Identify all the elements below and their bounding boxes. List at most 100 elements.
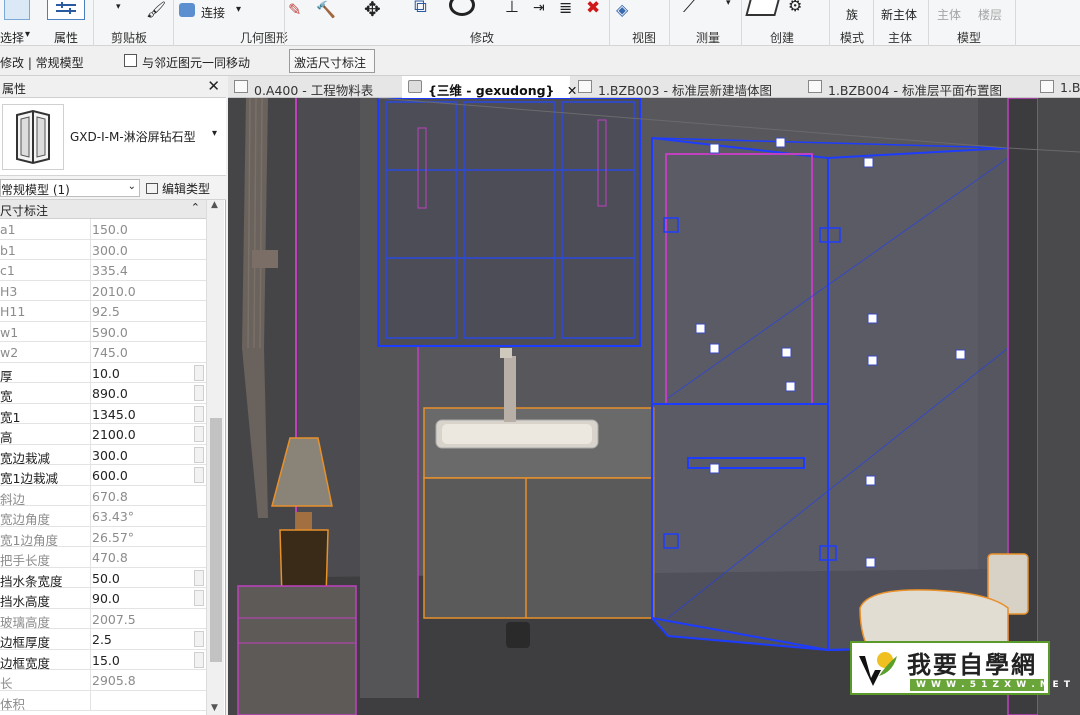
view-hide-icon[interactable]: ◈ [616,0,628,19]
move-with-nearby-label[interactable]: 与邻近图元一同移动 [142,54,250,71]
measure-arrow-icon[interactable]: ▾ [726,0,731,8]
connect-label[interactable]: 连接 [201,4,225,21]
instance-filter-select[interactable]: 常规模型 (1) ⌄ [0,179,140,197]
property-value[interactable]: 890.0 [92,386,128,401]
3d-viewport[interactable] [228,98,1080,715]
split-icon[interactable]: ⇥ [533,0,545,16]
property-value[interactable]: 15.0 [92,653,120,668]
property-value[interactable]: 300.0 [92,448,128,463]
activate-dimensions-button[interactable]: 激活尺寸标注 [289,49,375,73]
property-row[interactable]: 宽1 1345.0 [0,403,206,425]
property-row: w2 745.0 [0,342,206,363]
create-part-icon[interactable] [745,0,781,16]
select-icon[interactable] [4,0,30,20]
property-value: 63.43° [92,509,135,524]
property-row[interactable]: 宽 890.0 [0,383,206,404]
properties-icon[interactable] [47,0,85,20]
join-icon[interactable] [179,3,195,17]
associate-parameter-button[interactable] [194,446,204,463]
edit-type-button[interactable]: 编辑类型 [146,180,210,197]
property-row[interactable]: 挡水条宽度 50.0 [0,567,206,589]
delete-icon[interactable]: ✖ [586,0,600,18]
host-label[interactable]: 主体 [937,6,961,23]
property-row[interactable]: 高 2100.0 [0,424,206,445]
demolish-hammer-icon[interactable]: 🔨 [316,0,336,19]
match-properties-icon[interactable]: 🖌 [146,0,166,19]
associate-parameter-button[interactable] [194,651,204,668]
property-row[interactable]: 宽1边栽减 600.0 [0,465,206,486]
associate-parameter-button[interactable] [194,467,204,483]
tab-material-schedule[interactable]: 0.A400 - 工程物料表 [228,76,400,98]
tab-layout-plan[interactable]: 1.BZB004 - 标准层平面布置图 [802,76,1030,98]
tab-overflow[interactable]: 1.B [1034,76,1080,98]
column-divider [90,629,91,649]
associate-parameter-button[interactable] [194,364,204,381]
property-value[interactable]: 90.0 [92,591,120,606]
move-icon[interactable]: ✥ [364,0,381,21]
instance-filter-value: 常规模型 (1) [1,183,70,197]
pick-new-host-label[interactable]: 新主体 [881,6,917,23]
properties-scrollbar[interactable]: ▲ ▼ [206,200,224,715]
select-label[interactable]: 选择 [0,29,24,46]
close-icon[interactable]: ✕ [207,77,220,95]
property-value: 150.0 [92,222,128,237]
collapse-chevron-icon[interactable]: ⌃ [191,201,200,214]
group-mode: 模式 [840,31,865,45]
properties-label[interactable]: 属性 [54,29,78,46]
connect-arrow-icon[interactable]: ▾ [236,4,241,15]
associate-parameter-button[interactable] [194,385,204,401]
scroll-down-icon[interactable]: ▼ [211,703,218,713]
ribbon: 选择 ▾ 属性 ▾ 🖌 剪贴板 连接 ▾ 几何图形 ✎ 🔨 ✥ ⧉ ⊥ ⇥ ≣ … [0,0,1080,46]
property-value[interactable]: 2100.0 [92,427,136,442]
create-assembly-icon[interactable]: ⚙ [788,0,802,15]
associate-parameter-button[interactable] [194,590,204,606]
select-arrow-icon[interactable]: ▾ [25,29,30,40]
property-value[interactable]: 2.5 [92,632,112,647]
chevron-down-icon: ⌄ [127,181,136,192]
tab-label: {三维 - gexudong} [428,83,555,98]
property-row[interactable]: 边框厚度 2.5 [0,629,206,650]
scroll-up-icon[interactable]: ▲ [211,200,218,210]
associate-parameter-button[interactable] [194,426,204,442]
properties-header: 属性 ✕ [0,76,226,98]
tab-new-wall-plan[interactable]: 1.BZB003 - 标准层新建墙体图 [572,76,796,98]
type-name: GXD-I-M-淋浴屏钻石型 [70,130,196,144]
tab-label: 1.BZB003 - 标准层新建墙体图 [598,83,772,98]
property-row[interactable]: 宽边栽减 300.0 [0,444,206,466]
property-row[interactable]: 边框宽度 15.0 [0,649,206,671]
property-name: 边框宽度 [0,655,51,671]
associate-parameter-button[interactable] [194,569,204,586]
column-divider [90,280,91,300]
column-divider [90,690,91,710]
property-row[interactable]: 厚 10.0 [0,362,206,384]
type-dropdown-icon[interactable]: ▾ [212,128,217,139]
offset-circle-icon[interactable] [449,0,475,16]
property-value[interactable]: 50.0 [92,571,120,586]
trim-icon[interactable]: ⊥ [505,0,519,16]
paste-arrow-icon[interactable]: ▾ [116,2,121,12]
associate-parameter-button[interactable] [194,631,204,647]
level-label[interactable]: 楼层 [978,6,1002,23]
group-host: 主体 [888,31,913,45]
property-row[interactable]: 挡水高度 90.0 [0,588,206,609]
tab-3d-view[interactable]: {三维 - gexudong} ✕ [402,76,577,98]
associate-parameter-button[interactable] [194,405,204,422]
align-icon[interactable]: ✎ [288,0,301,19]
instance-row: 常规模型 (1) ⌄ 编辑类型 [0,176,226,200]
section-dimensions[interactable]: 尺寸标注 ⌃ [0,200,206,219]
copy-icon[interactable]: ⧉ [414,0,427,17]
edit-family-label[interactable]: 族 [846,6,858,23]
property-value: 2010.0 [92,283,136,299]
column-divider [90,301,91,321]
move-with-nearby-checkbox[interactable] [124,54,137,67]
property-value[interactable]: 1345.0 [92,407,136,422]
measure-icon[interactable]: ⟋ [683,0,696,17]
watermark-url: W W W . 5 1 Z X W . N E T [910,679,1070,691]
column-divider [90,526,91,546]
scrollbar-thumb[interactable] [210,418,222,662]
type-selector[interactable]: GXD-I-M-淋浴屏钻石型 ▾ [0,98,226,176]
property-value[interactable]: 600.0 [92,468,128,483]
array-icon[interactable]: ≣ [559,0,572,17]
property-value[interactable]: 10.0 [92,366,120,381]
property-name: 斜边 [0,491,26,507]
